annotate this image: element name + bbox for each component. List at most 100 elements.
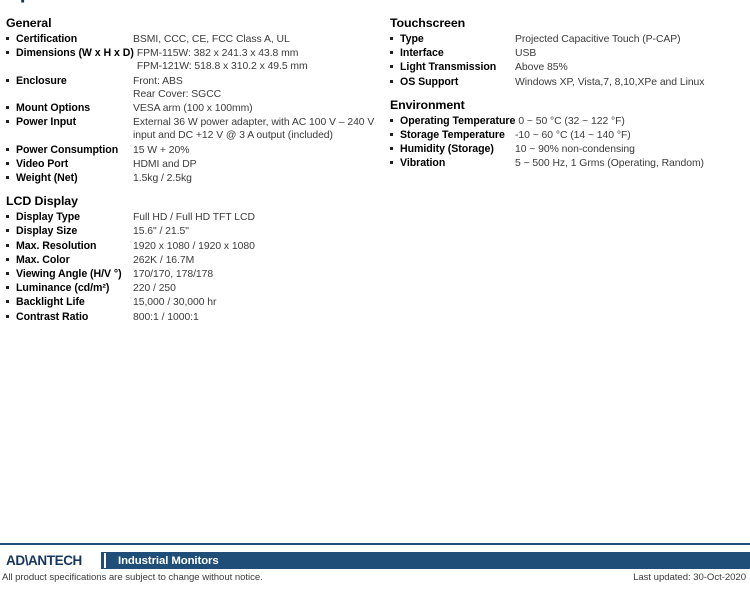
- spec-value: 5 ~ 500 Hz, 1 Grms (Operating, Random): [515, 158, 704, 170]
- spec-label: Power Input: [16, 116, 77, 129]
- spec-label: Operating Temperature: [400, 114, 516, 127]
- disclaimer-text: All product specifications are subject t…: [2, 572, 263, 583]
- spec-value: 262K / 16.7M: [133, 254, 195, 266]
- spec-row: Certification BSMI, CCC, CE, FCC Class A…: [6, 32, 384, 46]
- bullet-square-icon: [6, 224, 16, 233]
- section-title-lcd-display: LCD Display: [6, 194, 78, 209]
- spec-row: Weight (Net) 1.5kg / 2.5kg: [6, 171, 384, 185]
- spec-row: Storage Temperature -10 ~ 60 °C (14 ~ 14…: [390, 128, 748, 142]
- spec-label: Light Transmission: [400, 61, 497, 74]
- bullet-square-icon: [6, 253, 16, 261]
- spec-value: USB: [515, 48, 537, 60]
- bullet-square-icon: [6, 101, 16, 110]
- section-general: General Certification BSMI, CCC, CE, FCC…: [6, 16, 384, 185]
- spec-row: Max. Resolution 1920 x 1080 / 1920 x 108…: [6, 239, 384, 253]
- spec-row: Video Port HDMI and DP: [6, 157, 384, 171]
- spec-label: Dimensions (W x H x D): [16, 47, 134, 60]
- spec-value: VESA arm (100 x 100mm): [133, 103, 253, 115]
- section-environment: Environment Operating Temperature 0 ~ 50…: [390, 98, 748, 171]
- section-title-environment: Environment: [390, 97, 465, 112]
- advantech-logo: AD\ANTECH: [0, 552, 101, 569]
- spec-row: Viewing Angle (H/V °) 170/170, 178/178: [6, 267, 384, 281]
- logo-separator: [104, 553, 106, 568]
- spec-value: Front: ABS Rear Cover: SGCC: [133, 75, 222, 100]
- right-specification-column: Touchscreen Type Projected Capacitive To…: [390, 16, 748, 180]
- spec-label: Vibration: [400, 157, 446, 170]
- bullet-square-icon: [390, 46, 400, 55]
- spec-value: -10 ~ 60 °C (14 ~ 140 °F): [515, 130, 631, 142]
- spec-label: Video Port: [16, 157, 69, 170]
- spec-label: Humidity (Storage): [400, 143, 494, 156]
- spec-label: Enclosure: [16, 74, 67, 87]
- section-title-touchscreen: Touchscreen: [390, 16, 466, 30]
- footer-brand-bar: AD\ANTECH Industrial Monitors: [0, 552, 750, 569]
- spec-value: Windows XP, Vista,7, 8,10,XPe and Linux: [515, 76, 705, 88]
- spec-label: Display Size: [16, 225, 78, 238]
- spec-value: 1.5kg / 2.5kg: [133, 173, 192, 185]
- spec-row: Contrast Ratio 800:1 / 1000:1: [6, 310, 384, 324]
- spec-row: Luminance (cd/m²) 220 / 250: [6, 281, 384, 295]
- product-category-label: Industrial Monitors: [118, 554, 219, 567]
- section-title-general: General: [6, 16, 52, 30]
- bullet-square-icon: [390, 114, 400, 122]
- spec-row: Power Input External 36 W power adapter,…: [6, 115, 384, 142]
- spec-row: Max. Color 262K / 16.7M: [6, 253, 384, 267]
- bullet-square-icon: [390, 142, 400, 151]
- spec-label: OS Support: [400, 75, 459, 88]
- bullet-square-icon: [390, 75, 400, 83]
- spec-label: Viewing Angle (H/V °): [16, 268, 122, 281]
- spec-row: Light Transmission Above 85%: [390, 60, 748, 74]
- spec-label: Certification: [16, 33, 78, 45]
- page-title: Specifications: [6, 0, 146, 4]
- bullet-square-icon: [6, 210, 16, 219]
- spec-value: 1920 x 1080 / 1920 x 1080: [133, 240, 255, 252]
- spec-value: 15 W + 20%: [133, 144, 190, 156]
- bullet-square-icon: [6, 295, 16, 304]
- spec-row: Display Size 15.6" / 21.5": [6, 224, 384, 238]
- bullet-square-icon: [390, 32, 400, 40]
- spec-row: Operating Temperature 0 ~ 50 °C (32 ~ 12…: [390, 114, 748, 128]
- bullet-square-icon: [6, 46, 16, 55]
- bullet-square-icon: [6, 281, 16, 290]
- spec-label: Contrast Ratio: [16, 310, 89, 323]
- spec-label: Interface: [400, 47, 444, 60]
- spec-row: Interface USB: [390, 46, 748, 60]
- last-updated-text: Last updated: 30-Oct-2020: [633, 572, 746, 583]
- spec-value: Above 85%: [515, 62, 568, 74]
- section-lcd-display: LCD Display Display Type Full HD / Full …: [6, 194, 384, 324]
- spec-value: 800:1 / 1000:1: [133, 311, 199, 323]
- spec-row: Vibration 5 ~ 500 Hz, 1 Grms (Operating,…: [390, 156, 748, 170]
- spec-value: FPM-115W: 382 x 241.3 x 43.8 mm FPM-121W…: [136, 48, 308, 73]
- advantech-logo-text: AD\ANTECH: [6, 553, 82, 568]
- spec-label: Backlight Life: [16, 296, 85, 309]
- spec-row: Dimensions (W x H x D) FPM-115W: 382 x 2…: [6, 46, 384, 73]
- spec-row: Power Consumption 15 W + 20%: [6, 143, 384, 157]
- spec-row: Type Projected Capacitive Touch (P-CAP): [390, 32, 748, 46]
- bullet-square-icon: [6, 267, 16, 276]
- bullet-square-icon: [6, 310, 16, 318]
- left-specification-column: General Certification BSMI, CCC, CE, FCC…: [6, 16, 384, 333]
- spec-label: Max. Color: [16, 253, 70, 266]
- bullet-square-icon: [6, 171, 16, 180]
- spec-label: Luminance (cd/m²): [16, 282, 110, 295]
- spec-row: Humidity (Storage) 10 ~ 90% non-condensi…: [390, 142, 748, 156]
- section-touchscreen: Touchscreen Type Projected Capacitive To…: [390, 16, 748, 89]
- spec-value: 10 ~ 90% non-condensing: [515, 144, 635, 156]
- footer-divider-rule: [0, 543, 750, 545]
- spec-value: External 36 W power adapter, with AC 100…: [133, 117, 375, 142]
- spec-value: Projected Capacitive Touch (P-CAP): [515, 34, 681, 45]
- spec-row: Backlight Life 15,000 / 30,000 hr: [6, 295, 384, 309]
- spec-value: Full HD / Full HD TFT LCD: [133, 212, 255, 224]
- spec-label: Type: [400, 33, 424, 45]
- bullet-square-icon: [6, 157, 16, 165]
- bullet-square-icon: [6, 74, 16, 82]
- spec-value: 15,000 / 30,000 hr: [133, 297, 217, 309]
- spec-label: Display Type: [16, 211, 80, 224]
- spec-label: Storage Temperature: [400, 129, 505, 142]
- spec-value: 15.6" / 21.5": [133, 226, 189, 238]
- bullet-square-icon: [390, 128, 400, 137]
- spec-label: Weight (Net): [16, 172, 78, 185]
- spec-value: 220 / 250: [133, 283, 176, 295]
- bullet-square-icon: [390, 156, 400, 165]
- bullet-square-icon: [390, 60, 400, 69]
